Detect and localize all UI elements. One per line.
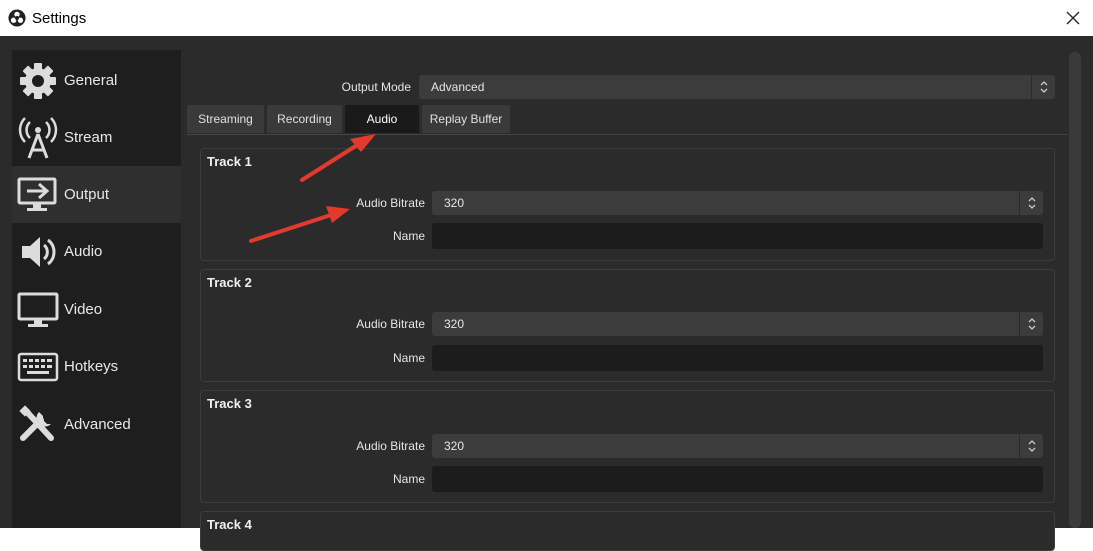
sidebar-item-label: Video xyxy=(64,301,103,318)
chevron-up-down-icon xyxy=(1019,312,1043,336)
track-name-input[interactable] xyxy=(432,466,1043,492)
audio-bitrate-value: 320 xyxy=(444,317,465,331)
vertical-scrollbar[interactable] xyxy=(1069,52,1081,528)
sidebar-item-label: Advanced xyxy=(64,416,131,433)
track-1-group: Track 1 Audio Bitrate 320 Name xyxy=(200,148,1055,261)
audio-bitrate-select[interactable]: 320 xyxy=(432,312,1043,336)
sidebar-item-advanced[interactable]: Advanced xyxy=(12,396,181,453)
settings-window: General Stream Output Audio Video Hotkey… xyxy=(0,36,1093,551)
track-title: Track 2 xyxy=(207,275,252,290)
chevron-up-down-icon xyxy=(1019,434,1043,458)
sidebar: General Stream Output Audio Video Hotkey… xyxy=(12,50,181,528)
output-mode-label: Output Mode xyxy=(341,80,411,94)
tab-label: Replay Buffer xyxy=(429,112,503,126)
track-title: Track 3 xyxy=(207,396,252,411)
tab-recording[interactable]: Recording xyxy=(267,105,342,133)
output-settings-panel: Output Mode Advanced Streaming Recording… xyxy=(181,50,1067,551)
audio-bitrate-select[interactable]: 320 xyxy=(432,434,1043,458)
chevron-up-down-icon xyxy=(1031,75,1055,99)
name-label: Name xyxy=(392,472,425,486)
monitor-icon xyxy=(16,288,60,332)
track-4-group: Track 4 xyxy=(200,511,1055,551)
gear-icon xyxy=(16,59,60,103)
antenna-icon xyxy=(16,116,60,160)
name-label: Name xyxy=(392,351,425,365)
close-icon xyxy=(1066,11,1080,25)
audio-bitrate-value: 320 xyxy=(444,196,465,210)
obs-logo-icon xyxy=(8,9,26,27)
tools-icon xyxy=(16,403,60,447)
name-label: Name xyxy=(392,229,425,243)
track-name-input[interactable] xyxy=(432,223,1043,249)
close-button[interactable] xyxy=(1059,4,1087,32)
sidebar-item-video[interactable]: Video xyxy=(12,281,181,338)
sidebar-item-hotkeys[interactable]: Hotkeys xyxy=(12,338,181,395)
audio-bitrate-label: Audio Bitrate xyxy=(356,439,425,453)
tab-divider xyxy=(187,134,1067,135)
sidebar-item-general[interactable]: General xyxy=(12,52,181,109)
sidebar-item-label: General xyxy=(64,72,118,89)
sidebar-item-label: Audio xyxy=(64,243,103,260)
tab-label: Streaming xyxy=(198,112,253,126)
tab-label: Recording xyxy=(277,112,332,126)
tab-replay-buffer[interactable]: Replay Buffer xyxy=(422,105,510,133)
sidebar-item-audio[interactable]: Audio xyxy=(12,223,181,280)
window-title: Settings xyxy=(32,9,87,27)
speaker-icon xyxy=(16,230,60,274)
sidebar-item-label: Hotkeys xyxy=(64,358,119,375)
track-title: Track 4 xyxy=(207,517,252,532)
audio-bitrate-select[interactable]: 320 xyxy=(432,191,1043,215)
chevron-up-down-icon xyxy=(1019,191,1043,215)
audio-bitrate-label: Audio Bitrate xyxy=(356,317,425,331)
track-name-input[interactable] xyxy=(432,345,1043,371)
track-3-group: Track 3 Audio Bitrate 320 Name xyxy=(200,390,1055,503)
tab-streaming[interactable]: Streaming xyxy=(187,105,264,133)
keyboard-icon xyxy=(16,345,60,389)
sidebar-item-label: Output xyxy=(64,186,110,203)
output-icon xyxy=(16,173,60,217)
output-mode-select[interactable]: Advanced xyxy=(419,75,1055,99)
sidebar-item-output[interactable]: Output xyxy=(12,166,181,223)
audio-bitrate-value: 320 xyxy=(444,439,465,453)
tab-label: Audio xyxy=(366,112,398,126)
output-mode-value: Advanced xyxy=(431,80,485,94)
tab-audio[interactable]: Audio xyxy=(345,105,419,133)
track-2-group: Track 2 Audio Bitrate 320 Name xyxy=(200,269,1055,382)
sidebar-item-stream[interactable]: Stream xyxy=(12,109,181,166)
sidebar-item-label: Stream xyxy=(64,129,113,146)
track-title: Track 1 xyxy=(207,154,252,169)
title-bar: Settings xyxy=(0,0,1093,36)
audio-bitrate-label: Audio Bitrate xyxy=(356,196,425,210)
